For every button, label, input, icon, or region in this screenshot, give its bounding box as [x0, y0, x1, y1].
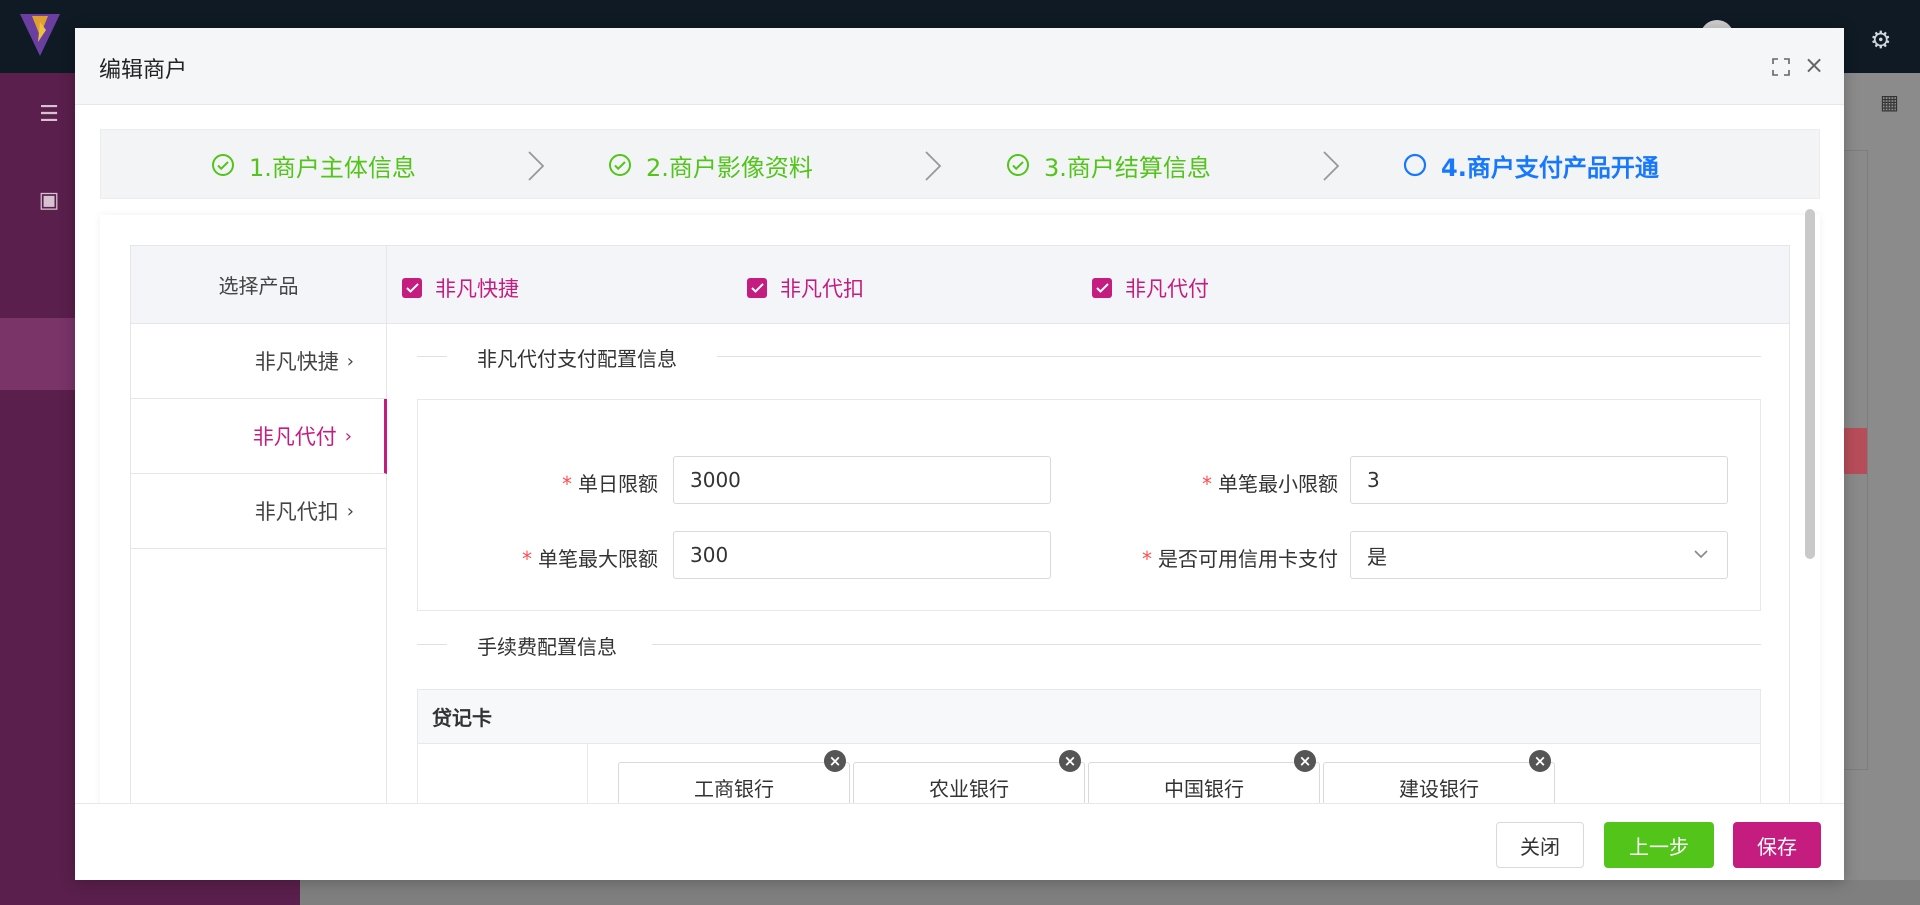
chevron-right-icon	[528, 151, 545, 181]
grid-icon[interactable]: ▦	[1880, 90, 1906, 116]
step-1[interactable]: 1.商户主体信息	[211, 130, 416, 200]
product-checkbox-daifu[interactable]: 非凡代付	[1092, 273, 1209, 303]
sliders-icon[interactable]: ☰	[36, 102, 62, 128]
side-menu-label: 非凡代付	[252, 425, 337, 449]
settings-gear-icon[interactable]: ⚙	[1870, 26, 1892, 54]
modal-header: 编辑商户 ×	[75, 28, 1844, 105]
section-title-text: 非凡代付支付配置信息	[477, 343, 691, 372]
chevron-right-icon: ›	[346, 500, 354, 522]
chevron-right-icon: ›	[344, 425, 352, 447]
side-menu-label: 非凡代扣	[254, 500, 339, 524]
save-button[interactable]: 保存	[1733, 822, 1821, 868]
close-button[interactable]: 关闭	[1496, 822, 1584, 868]
circle-outline-icon	[1403, 153, 1427, 177]
product-side-menu: 非凡快捷 › 非凡代付 › 非凡代扣 ›	[131, 324, 387, 803]
check-circle-icon	[609, 154, 631, 176]
divider	[417, 356, 447, 357]
config-pane: 非凡代付支付配置信息 * 单日限额 3000 * 单笔最小限额 3 * 单笔最大限额 …	[417, 324, 1761, 803]
modal-footer: 关闭 上一步 保存	[75, 803, 1844, 880]
product-checkbox-row: 非凡快捷 非凡代扣 非凡代付	[387, 246, 1789, 324]
remove-bank-icon[interactable]: ×	[1529, 750, 1551, 772]
bank-tag: 中国银行	[1088, 762, 1320, 803]
card-type-header: 贷记卡	[418, 690, 1760, 744]
chevron-right-icon: ›	[346, 350, 354, 372]
remove-bank-icon[interactable]: ×	[824, 750, 846, 772]
side-menu-item-daikou[interactable]: 非凡代扣 ›	[131, 474, 386, 549]
modal-scrollbar[interactable]	[1805, 209, 1815, 559]
app-bottom-strip-content	[300, 880, 1920, 905]
credit-card-label: * 是否可用信用卡支付	[1142, 547, 1338, 571]
side-menu-label: 非凡快捷	[254, 350, 339, 374]
close-icon[interactable]: ×	[1803, 53, 1825, 77]
min-limit-label: * 单笔最小限额	[1202, 472, 1338, 496]
config-form: * 单日限额 3000 * 单笔最小限额 3 * 单笔最大限额 300 * 是否可用信用…	[417, 399, 1761, 611]
check-circle-icon	[212, 154, 234, 176]
divider	[417, 644, 447, 645]
step-label: 4.商户支付产品开通	[1441, 153, 1659, 182]
edit-merchant-modal: 编辑商户 × 1.商户主体信息 2.商户影像资料 3.商户结算信息 4.商户支付…	[75, 28, 1844, 880]
bank-tag: 工商银行	[618, 762, 850, 803]
remove-bank-icon[interactable]: ×	[1059, 750, 1081, 772]
remove-bank-icon[interactable]: ×	[1294, 750, 1316, 772]
background-action-button	[1842, 428, 1867, 474]
bank-tag: 建设银行	[1323, 762, 1555, 803]
credit-card-select[interactable]: 是	[1350, 531, 1728, 579]
fullscreen-icon[interactable]	[1772, 58, 1790, 76]
step-label: 3.商户结算信息	[1044, 153, 1211, 182]
product-select-label: 选择产品	[131, 246, 387, 324]
max-limit-input[interactable]: 300	[673, 531, 1051, 579]
product-checkbox-kuaijie[interactable]: 非凡快捷	[402, 273, 519, 303]
product-table: 选择产品 非凡快捷 非凡代扣 非凡代付 非凡快捷 › 非凡代付 › 非凡代扣 ›…	[130, 245, 1790, 803]
step-label: 1.商户主体信息	[249, 153, 416, 182]
fee-config-table: 贷记卡 工商银行 × 农业银行 × 中国银行 × 建设银行 ×	[417, 689, 1761, 803]
checkbox-checked-icon	[402, 278, 422, 298]
divider	[717, 356, 1761, 357]
app-logo-icon	[20, 14, 60, 56]
step-2[interactable]: 2.商户影像资料	[608, 130, 813, 200]
checkbox-label: 非凡代扣	[780, 277, 864, 301]
min-limit-input[interactable]: 3	[1350, 456, 1728, 504]
chevron-right-icon	[1323, 151, 1340, 181]
side-menu-item-kuaijie[interactable]: 非凡快捷 ›	[131, 324, 386, 399]
previous-step-button[interactable]: 上一步	[1604, 822, 1714, 868]
modal-body: 1.商户主体信息 2.商户影像资料 3.商户结算信息 4.商户支付产品开通 选择…	[75, 105, 1844, 803]
briefcase-icon[interactable]: ▣	[36, 188, 62, 214]
chevron-down-icon	[1694, 550, 1708, 559]
checkbox-checked-icon	[1092, 278, 1112, 298]
step-4[interactable]: 4.商户支付产品开通	[1403, 130, 1659, 200]
product-checkbox-daikou[interactable]: 非凡代扣	[747, 273, 864, 303]
divider	[652, 644, 1761, 645]
max-limit-label: * 单笔最大限额	[522, 547, 658, 571]
step-label: 2.商户影像资料	[646, 153, 813, 182]
checkbox-label: 非凡快捷	[435, 277, 519, 301]
daily-limit-input[interactable]: 3000	[673, 456, 1051, 504]
fee-section-title: 手续费配置信息	[417, 629, 1761, 660]
daily-limit-label: * 单日限额	[562, 472, 658, 496]
section-title-text: 手续费配置信息	[477, 631, 631, 660]
steps-bar: 1.商户主体信息 2.商户影像资料 3.商户结算信息 4.商户支付产品开通	[100, 129, 1820, 199]
checkbox-checked-icon	[747, 278, 767, 298]
chevron-right-icon	[925, 151, 942, 181]
modal-title: 编辑商户	[99, 58, 188, 83]
bank-tag: 农业银行	[853, 762, 1085, 803]
content-card: 选择产品 非凡快捷 非凡代扣 非凡代付 非凡快捷 › 非凡代付 › 非凡代扣 ›…	[100, 215, 1820, 803]
checkbox-label: 非凡代付	[1125, 277, 1209, 301]
step-3[interactable]: 3.商户结算信息	[1006, 130, 1211, 200]
fee-row-label-cell	[418, 744, 588, 803]
check-circle-icon	[1007, 154, 1029, 176]
side-menu-item-daifu[interactable]: 非凡代付 ›	[131, 399, 387, 474]
config-section-title: 非凡代付支付配置信息	[417, 341, 1761, 372]
